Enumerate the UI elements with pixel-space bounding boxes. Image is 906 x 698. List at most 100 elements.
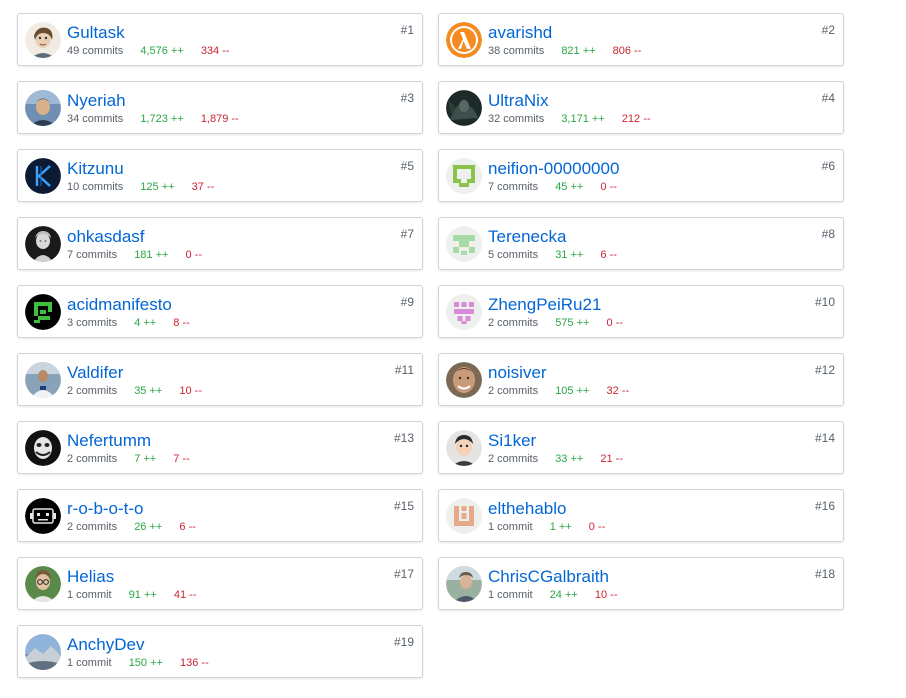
contributor-name-link[interactable]: ZhengPeiRu21 bbox=[488, 295, 601, 315]
outdoor-photo-avatar[interactable] bbox=[446, 566, 482, 602]
contributor-stats: 7 commits 45 ++ 0 -- bbox=[488, 181, 617, 194]
deletions-count: 0 -- bbox=[606, 317, 624, 329]
contributor-name-link[interactable]: Helias bbox=[67, 567, 114, 587]
glasses-photo-avatar[interactable] bbox=[25, 566, 61, 602]
commit-count: 3 commits bbox=[67, 317, 118, 329]
contributor-card: Helias 1 commit 91 ++ 41 -- #17 bbox=[17, 557, 423, 610]
contributor-name-link[interactable]: Si1ker bbox=[488, 431, 536, 451]
additions-count: 26 ++ bbox=[134, 521, 163, 533]
contributor-card: Valdifer 2 commits 35 ++ 10 -- #11 bbox=[17, 353, 423, 406]
k-logo-avatar[interactable] bbox=[25, 158, 61, 194]
sketch-face-avatar[interactable] bbox=[25, 22, 61, 58]
rank-label: #9 bbox=[400, 295, 414, 309]
additions-count: 1 ++ bbox=[549, 521, 572, 533]
contributor-name-link[interactable]: Valdifer bbox=[67, 363, 123, 383]
contributor-name-link[interactable]: Nefertumm bbox=[67, 431, 151, 451]
additions-count: 91 ++ bbox=[128, 589, 157, 601]
rank-label: #12 bbox=[814, 363, 835, 377]
robot-avatar[interactable] bbox=[25, 498, 61, 534]
commit-count: 2 commits bbox=[488, 453, 539, 465]
contributor-name-link[interactable]: neifion-00000000 bbox=[488, 159, 619, 179]
deletions-count: 0 -- bbox=[185, 249, 203, 261]
rank-label: #11 bbox=[394, 363, 414, 377]
pixel-green-avatar[interactable] bbox=[25, 294, 61, 330]
additions-count: 3,171 ++ bbox=[561, 113, 605, 125]
dark-photo-avatar[interactable] bbox=[446, 90, 482, 126]
contributor-name-link[interactable]: acidmanifesto bbox=[67, 295, 172, 315]
deletions-count: 1,879 -- bbox=[200, 113, 239, 125]
identicon-peach-avatar[interactable] bbox=[446, 498, 482, 534]
additions-count: 575 ++ bbox=[555, 317, 590, 329]
commit-count: 34 commits bbox=[67, 113, 124, 125]
additions-count: 24 ++ bbox=[549, 589, 578, 601]
commit-count: 38 commits bbox=[488, 45, 545, 57]
contributor-stats: 34 commits 1,723 ++ 1,879 -- bbox=[67, 113, 239, 126]
commit-count: 5 commits bbox=[488, 249, 539, 261]
contributor-name-link[interactable]: AnchyDev bbox=[67, 635, 144, 655]
contributor-card: ZhengPeiRu21 2 commits 575 ++ 0 -- #10 bbox=[438, 285, 844, 338]
contributor-stats: 2 commits 33 ++ 21 -- bbox=[488, 453, 623, 466]
additions-count: 7 ++ bbox=[134, 453, 157, 465]
contributor-stats: 3 commits 4 ++ 8 -- bbox=[67, 317, 190, 330]
deletions-count: 0 -- bbox=[588, 521, 606, 533]
contributor-name-link[interactable]: Kitzunu bbox=[67, 159, 124, 179]
contributor-stats: 2 commits 575 ++ 0 -- bbox=[488, 317, 623, 330]
contributor-name-link[interactable]: r-o-b-o-t-o bbox=[67, 499, 144, 519]
additions-count: 821 ++ bbox=[561, 45, 596, 57]
cartoon-face-avatar[interactable] bbox=[446, 430, 482, 466]
identicon-pink-avatar[interactable] bbox=[446, 294, 482, 330]
rank-label: #13 bbox=[393, 431, 414, 445]
photo-avatar[interactable] bbox=[25, 90, 61, 126]
contributor-card: Gultask 49 commits 4,576 ++ 334 -- #1 bbox=[17, 13, 423, 66]
joker-avatar[interactable] bbox=[25, 430, 61, 466]
contributor-name-link[interactable]: ohkasdasf bbox=[67, 227, 145, 247]
deletions-count: 41 -- bbox=[173, 589, 197, 601]
contributor-stats: 2 commits 7 ++ 7 -- bbox=[67, 453, 190, 466]
contributor-stats: 38 commits 821 ++ 806 -- bbox=[488, 45, 641, 58]
contributor-name-link[interactable]: Nyeriah bbox=[67, 91, 126, 111]
contributor-card: Nyeriah 34 commits 1,723 ++ 1,879 -- #3 bbox=[17, 81, 423, 134]
contributor-name-link[interactable]: UltraNix bbox=[488, 91, 548, 111]
contributor-name-link[interactable]: ChrisCGalbraith bbox=[488, 567, 609, 587]
contributor-stats: 5 commits 31 ++ 6 -- bbox=[488, 249, 617, 262]
face-photo-avatar[interactable] bbox=[446, 362, 482, 398]
landscape-avatar[interactable] bbox=[25, 634, 61, 670]
commit-count: 7 commits bbox=[67, 249, 118, 261]
rank-label: #14 bbox=[814, 431, 835, 445]
statue-avatar[interactable] bbox=[25, 226, 61, 262]
contributor-card: acidmanifesto 3 commits 4 ++ 8 -- #9 bbox=[17, 285, 423, 338]
contributor-card: Si1ker 2 commits 33 ++ 21 -- #14 bbox=[438, 421, 844, 474]
contributor-card: ChrisCGalbraith 1 commit 24 ++ 10 -- #18 bbox=[438, 557, 844, 610]
additions-count: 31 ++ bbox=[555, 249, 584, 261]
commit-count: 2 commits bbox=[67, 521, 118, 533]
lambda-avatar[interactable] bbox=[446, 22, 482, 58]
rank-label: #8 bbox=[821, 227, 835, 241]
rank-label: #18 bbox=[814, 567, 835, 581]
additions-count: 4 ++ bbox=[134, 317, 157, 329]
contributor-name-link[interactable]: Terenecka bbox=[488, 227, 566, 247]
contributor-card: Kitzunu 10 commits 125 ++ 37 -- #5 bbox=[17, 149, 423, 202]
commit-count: 32 commits bbox=[488, 113, 545, 125]
contributor-card: elthehablo 1 commit 1 ++ 0 -- #16 bbox=[438, 489, 844, 542]
rank-label: #10 bbox=[814, 295, 835, 309]
additions-count: 45 ++ bbox=[555, 181, 584, 193]
contributor-stats: 2 commits 35 ++ 10 -- bbox=[67, 385, 202, 398]
contributor-name-link[interactable]: Gultask bbox=[67, 23, 125, 43]
contributor-stats: 1 commit 24 ++ 10 -- bbox=[488, 589, 618, 602]
deletions-count: 10 -- bbox=[179, 385, 203, 397]
identicon-lightgreen-avatar[interactable] bbox=[446, 226, 482, 262]
rank-label: #4 bbox=[821, 91, 835, 105]
contributor-name-link[interactable]: avarishd bbox=[488, 23, 552, 43]
contributor-name-link[interactable]: noisiver bbox=[488, 363, 547, 383]
identicon-green-avatar[interactable] bbox=[446, 158, 482, 194]
contributor-name-link[interactable]: elthehablo bbox=[488, 499, 566, 519]
contributor-card: Nefertumm 2 commits 7 ++ 7 -- #13 bbox=[17, 421, 423, 474]
contributor-card: noisiver 2 commits 105 ++ 32 -- #12 bbox=[438, 353, 844, 406]
deletions-count: 334 -- bbox=[200, 45, 230, 57]
deletions-count: 136 -- bbox=[180, 657, 209, 669]
rank-label: #5 bbox=[400, 159, 414, 173]
deletions-count: 8 -- bbox=[173, 317, 190, 329]
contributor-stats: 32 commits 3,171 ++ 212 -- bbox=[488, 113, 651, 126]
player-photo-avatar[interactable] bbox=[25, 362, 61, 398]
deletions-count: 6 -- bbox=[179, 521, 196, 533]
